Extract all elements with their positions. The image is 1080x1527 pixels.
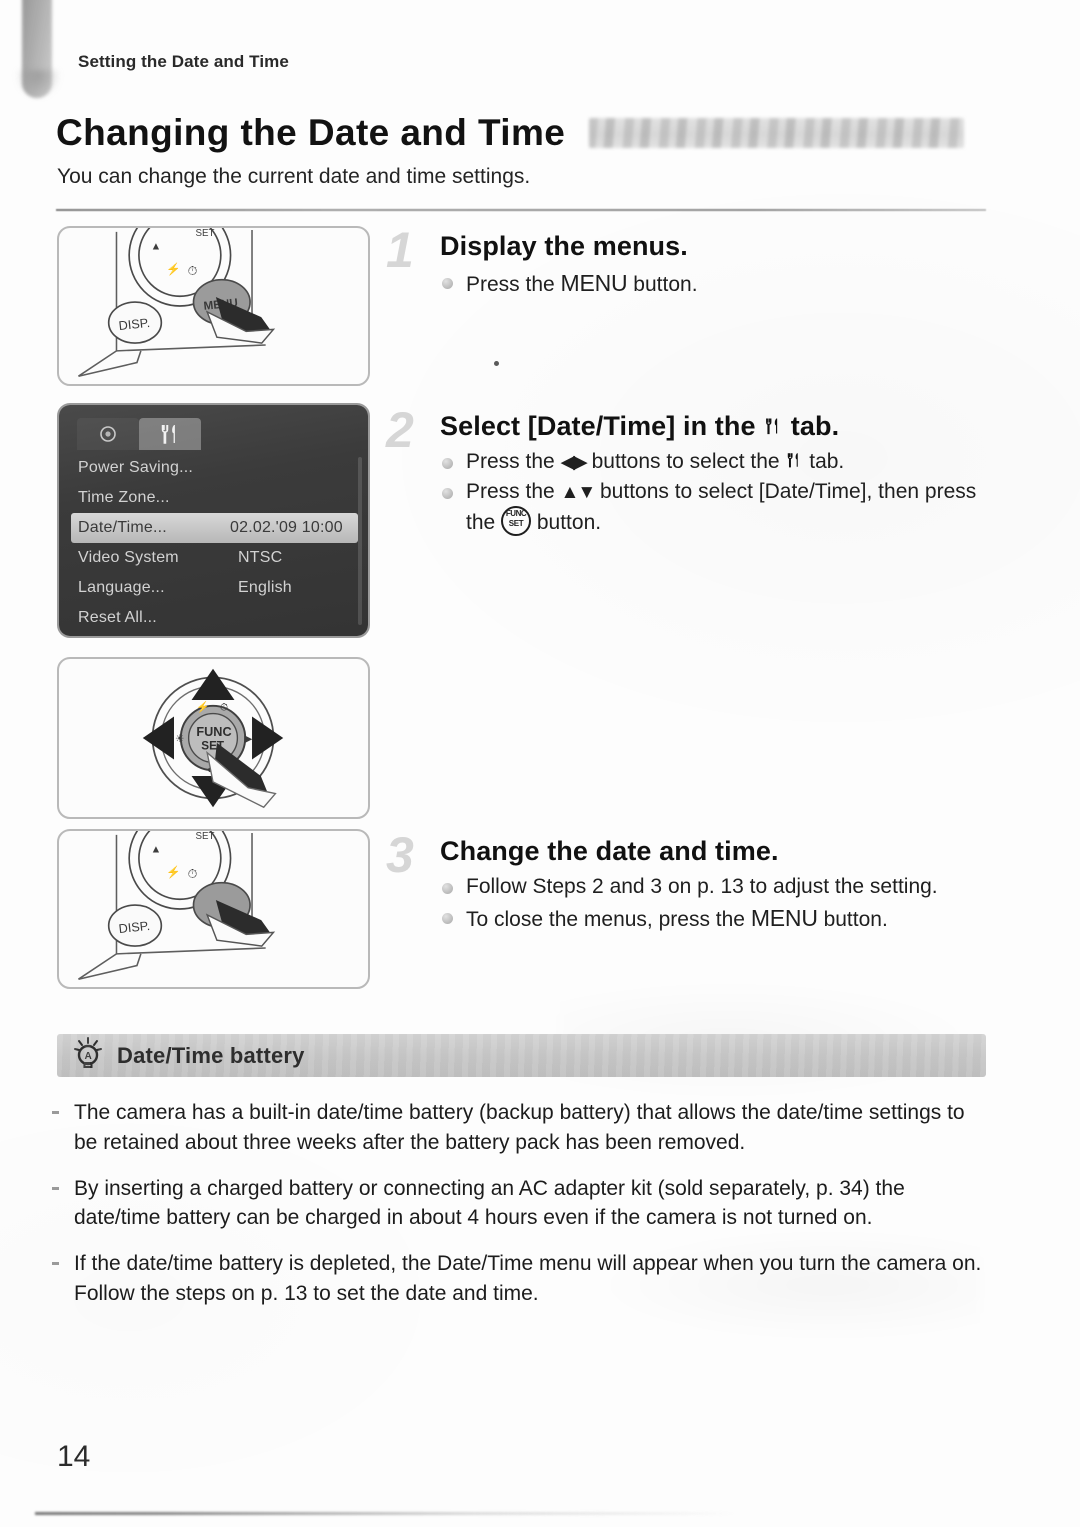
step-1-bullet: Press the MENU button. [440, 268, 988, 299]
svg-text:⚡: ⚡ [196, 701, 209, 714]
step-3-number: 3 [386, 827, 414, 883]
svg-text:⏱: ⏱ [188, 264, 198, 278]
menu-row[interactable]: Video System NTSC [59, 543, 368, 573]
menu-row[interactable]: Time Zone... [59, 483, 368, 513]
camera-back-illustration: ▲ SET ⚡ ⏱ DISP. [78, 831, 276, 980]
step-3-bullet: To close the menus, press the MENU butto… [440, 903, 988, 934]
tip-item: The camera has a built-in date/time batt… [48, 1098, 993, 1158]
step-3-body: Follow Steps 2 and 3 on p. 13 to adjust … [440, 873, 988, 934]
section-divider [56, 209, 986, 211]
svg-text:▲: ▲ [151, 843, 162, 855]
step-2-body: Press the ◀▶ buttons to select the tab. … [440, 448, 988, 537]
menu-row-label: Date/Time... [78, 519, 167, 536]
svg-text:A: A [85, 1051, 92, 1062]
svg-text:SET: SET [195, 228, 214, 239]
lightbulb-icon: A [73, 1037, 103, 1074]
menu-row-label: Video System [78, 549, 179, 566]
menu-row-value: 02.02.'09 10:00 [230, 519, 343, 536]
figure-camera-menu-screen: Power Saving... Time Zone... Date/Time..… [57, 403, 370, 638]
camera-icon [100, 426, 116, 442]
svg-text:⏱: ⏱ [188, 867, 198, 881]
bullet-text-mid: buttons to select the [585, 450, 786, 473]
tip-item: By inserting a charged battery or connec… [48, 1174, 993, 1234]
svg-text:▶: ▶ [244, 733, 253, 745]
manual-page: Setting the Date and Time Changing the D… [0, 0, 1080, 1527]
tip-header-bar: A Date/Time battery [57, 1034, 986, 1077]
left-right-arrows-icon: ◀▶ [560, 452, 588, 473]
svg-text:☀: ☀ [175, 733, 185, 745]
step-2-bullet: Press the ◀▶ buttons to select the tab. [440, 448, 988, 476]
menu-keyword: MENU [750, 904, 818, 931]
tip-list: The camera has a built-in date/time batt… [48, 1098, 993, 1325]
step-1: 1 Display the menus. Press the MENU butt… [386, 225, 988, 366]
step-2-bullet: Press the ▲▼ buttons to select [Date/Tim… [440, 478, 988, 537]
menu-row-label: Language... [78, 579, 165, 596]
dpad-illustration: FUNC SET ⚡ ⏱ ☀ ▶ ● [142, 668, 284, 809]
menu-row[interactable]: Power Saving... [59, 453, 368, 483]
bullet-text-post: tab. [803, 450, 845, 473]
scan-speck [494, 361, 499, 366]
menu-tab-bar [77, 414, 201, 450]
figure-camera-menu-button-close: ▲ SET ⚡ ⏱ DISP. [57, 829, 370, 989]
menu-row-value: NTSC [238, 549, 283, 566]
illegible-gray-bar [589, 118, 965, 148]
menu-row[interactable]: Reset All... [59, 603, 368, 633]
intro-text: You can change the current date and time… [57, 165, 531, 188]
bullet-text-post: button. [627, 273, 698, 296]
running-head: Setting the Date and Time [78, 52, 289, 71]
camera-lcd-screen: Power Saving... Time Zone... Date/Time..… [59, 405, 368, 636]
up-down-arrows-icon: ▲▼ [560, 481, 597, 503]
scan-shadow-artifact [16, 70, 60, 98]
bullet-text-post: button. [817, 907, 888, 931]
bullet-text-post: button. [531, 510, 602, 534]
menu-keyword: MENU [560, 270, 628, 296]
svg-text:⚡: ⚡ [166, 262, 181, 276]
svg-text:⚡: ⚡ [166, 865, 181, 879]
menu-row[interactable]: Language... English [59, 573, 368, 603]
settings-tab-icon [763, 415, 783, 437]
step-3: 3 Change the date and time. Follow Steps… [386, 830, 988, 936]
menu-row-value: English [238, 579, 292, 596]
settings-tab-icon [785, 450, 803, 470]
figure-four-way-controller: FUNC SET ⚡ ⏱ ☀ ▶ ● [57, 657, 370, 819]
figure-camera-menu-button: ▲ SET ⚡ ⏱ DISP. MENU [57, 226, 370, 386]
step-1-body: Press the MENU button. [440, 268, 988, 299]
menu-row-label: Time Zone... [78, 489, 170, 506]
func-set-icon: FUNC SET [501, 505, 532, 536]
scan-bottom-edge-artifact [35, 1512, 735, 1515]
func-label: FUNC [196, 725, 231, 739]
step-1-heading: Display the menus. [440, 231, 688, 261]
step-1-number: 1 [386, 222, 414, 278]
svg-text:▲: ▲ [151, 240, 162, 252]
heading-text-pre: Select [Date/Time] in the [440, 411, 764, 441]
menu-row-list: Power Saving... Time Zone... Date/Time..… [59, 453, 368, 633]
fork-knife-icon [161, 425, 175, 444]
menu-row-label: Reset All... [78, 609, 157, 626]
title-row: Changing the Date and Time [56, 112, 996, 154]
svg-text:⏱: ⏱ [220, 702, 228, 714]
bullet-text-pre: To close the menus, press the [466, 907, 751, 931]
step-2: 2 Select [Date/Time] in the tab. Press t… [386, 405, 988, 539]
heading-text-post: tab. [783, 411, 840, 441]
svg-text:SET: SET [195, 831, 214, 842]
page-number: 14 [57, 1440, 91, 1473]
menu-row-date-time[interactable]: Date/Time... 02.02.'09 10:00 [71, 513, 358, 543]
bullet-text-pre: Press the [466, 273, 561, 296]
step-2-heading: Select [Date/Time] in the tab. [440, 411, 988, 442]
bullet-text-pre: Press the [466, 450, 561, 473]
step-3-bullet: Follow Steps 2 and 3 on p. 13 to adjust … [440, 873, 988, 901]
bullet-text-pre: Press the [466, 479, 561, 503]
tip-title: Date/Time battery [117, 1042, 305, 1068]
camera-back-illustration: ▲ SET ⚡ ⏱ DISP. MENU [78, 228, 276, 377]
page-title: Changing the Date and Time [56, 112, 566, 153]
step-3-heading: Change the date and time. [440, 836, 779, 866]
settings-tab-icon [139, 418, 201, 450]
shooting-tab-icon [77, 418, 139, 450]
tip-item: If the date/time battery is depleted, th… [48, 1249, 993, 1309]
step-2-number: 2 [386, 402, 414, 458]
menu-row-label: Power Saving... [78, 459, 194, 476]
